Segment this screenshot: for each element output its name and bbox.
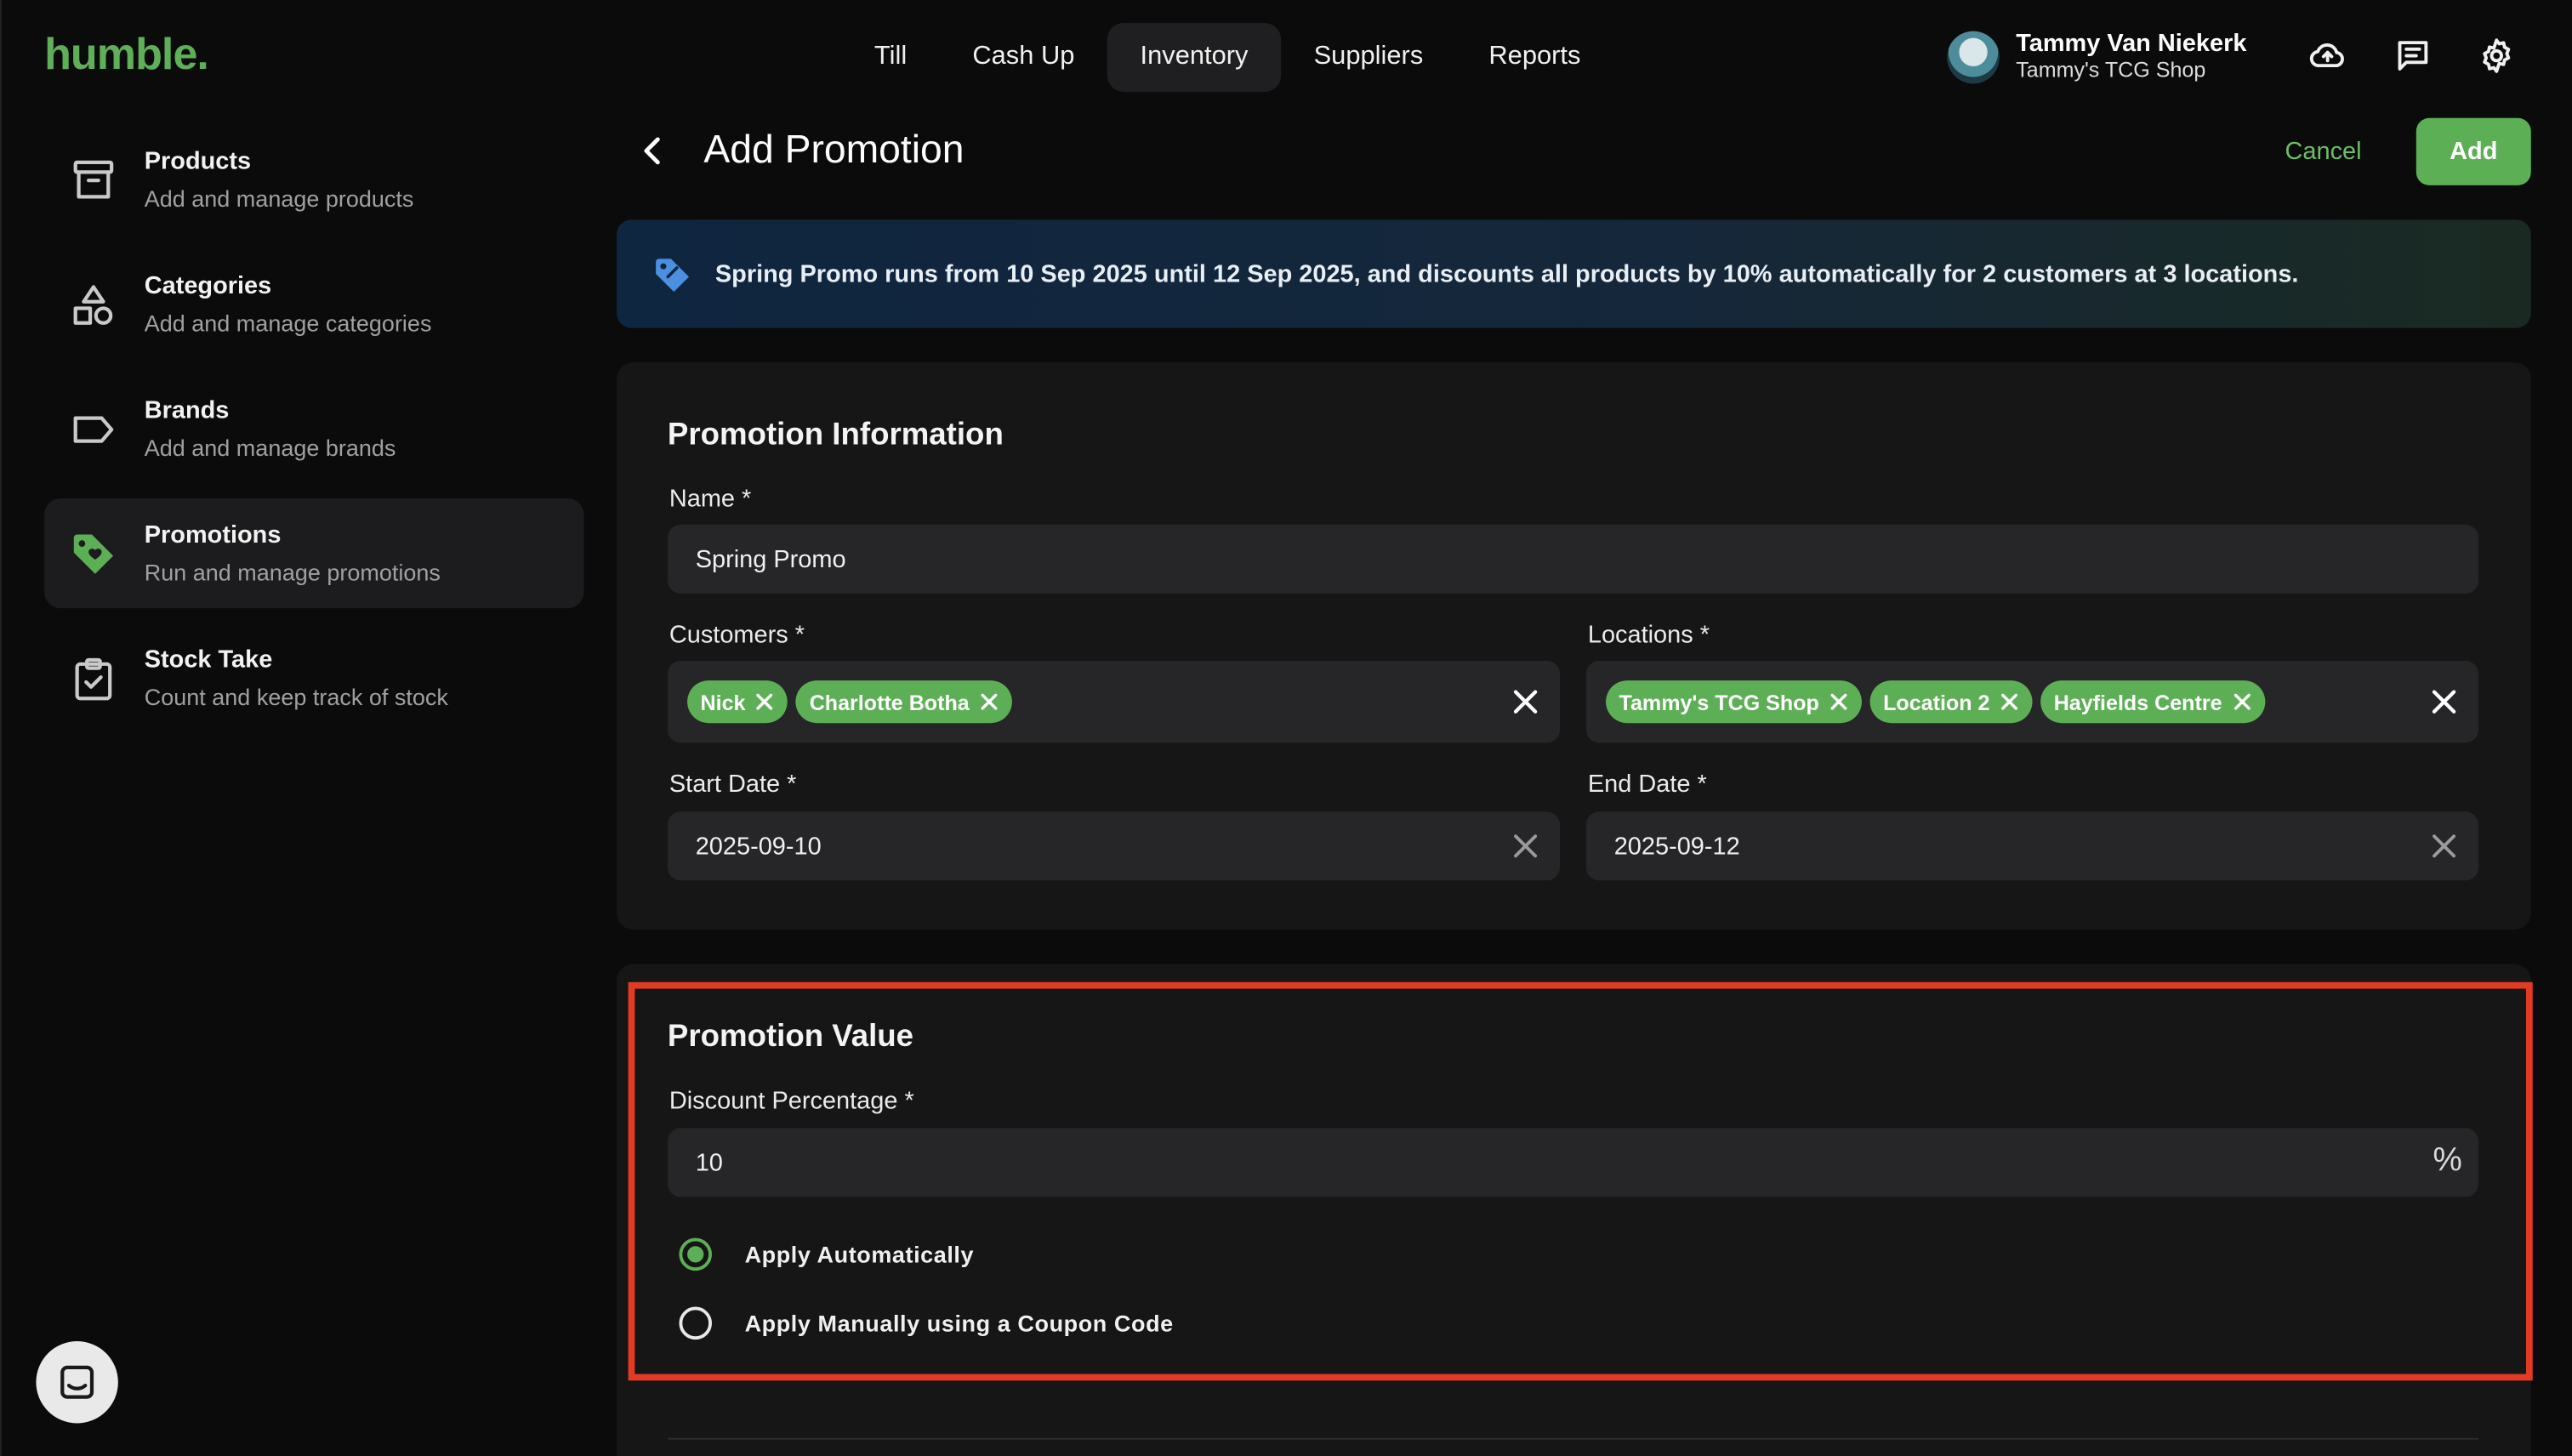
section-title: Promotion Information [667,418,1004,453]
sidebar-item-subtitle: Run and manage promotions [144,558,441,585]
label-icon [73,415,114,442]
support-chat-button[interactable] [36,1341,118,1424]
top-navigation: Till Cash Up Inventory Suppliers Reports [841,22,1613,92]
avatar [1947,30,2000,83]
sidebar-item-subtitle: Add and manage products [144,184,414,211]
sidebar-item-subtitle: Add and manage brands [144,433,396,460]
customers-select[interactable]: Nick Charlotte Botha [667,660,1561,743]
chip-label: Charlotte Botha [809,689,970,714]
divider [667,1437,2479,1440]
end-date-field[interactable]: 2025-09-12 [1585,811,2479,881]
nav-reports[interactable]: Reports [1456,23,1613,92]
clear-icon[interactable] [2429,687,2459,717]
sidebar-item-title: Brands [144,395,230,424]
remove-chip-icon[interactable] [1829,692,1848,712]
end-date-value: 2025-09-12 [1613,832,1740,861]
name-label: Name * [669,485,752,514]
clear-icon[interactable] [1511,687,1540,717]
remove-chip-icon[interactable] [979,692,999,712]
end-date-label: End Date * [1587,771,1707,799]
user-name: Tammy Van Niekerk [2016,29,2247,58]
gear-icon[interactable] [2477,36,2516,75]
tag-heart-icon [73,533,114,573]
back-arrow-icon[interactable] [634,133,670,168]
promotion-summary-banner: Spring Promo runs from 10 Sep 2025 until… [617,219,2531,328]
cancel-button[interactable]: Cancel [2262,118,2384,184]
tag-icon [656,259,689,293]
sidebar-item-subtitle: Add and manage categories [144,309,432,336]
chip-label: Nick [700,689,746,714]
message-icon[interactable] [2393,36,2433,75]
chip-label: Tammy's TCG Shop [1619,689,1819,714]
sidebar-item-stock-take[interactable]: Stock Take Count and keep track of stock [44,623,583,733]
customer-chip: Nick [687,680,788,724]
location-chip: Tammy's TCG Shop [1606,680,1863,724]
remove-chip-icon[interactable] [2232,692,2251,712]
name-field[interactable]: Spring Promo [667,524,2479,594]
user-profile[interactable]: Tammy Van Niekerk Tammy's TCG Shop [1947,30,2246,84]
sidebar-item-title: Categories [144,271,272,299]
app-logo[interactable]: humble. [44,30,209,81]
location-chip: Hayfields Centre [2040,680,2265,724]
sidebar-item-title: Promotions [144,520,282,549]
highlight-box [628,981,2533,1381]
clipboard-check-icon [75,657,112,700]
add-button[interactable]: Add [2416,117,2531,185]
user-shop: Tammy's TCG Shop [2016,57,2206,82]
location-chip: Location 2 [1869,680,2033,724]
nav-cash-up[interactable]: Cash Up [940,23,1107,92]
sidebar-item-title: Stock Take [144,645,273,674]
clear-icon[interactable] [1511,831,1540,861]
remove-chip-icon[interactable] [755,692,775,712]
start-date-value: 2025-09-10 [695,832,822,861]
start-date-field[interactable]: 2025-09-10 [667,811,1561,881]
chip-label: Location 2 [1883,689,1990,714]
sidebar-item-promotions[interactable]: Promotions Run and manage promotions [44,498,584,609]
nav-till[interactable]: Till [841,23,939,92]
sidebar-item-brands[interactable]: Brands Add and manage brands [44,374,583,484]
clear-icon[interactable] [2429,831,2459,861]
sidebar-item-products[interactable]: Products Add and manage products [44,125,583,235]
sidebar-item-title: Products [144,146,252,175]
page-title: Add Promotion [703,128,964,173]
chat-icon [60,1365,94,1399]
remove-chip-icon[interactable] [2000,692,2019,712]
app-window: humble. Till Cash Up Inventory Suppliers… [0,0,2572,1456]
sidebar-item-categories[interactable]: Categories Add and manage categories [44,249,583,359]
shapes-icon [73,284,113,324]
sidebar-item-subtitle: Count and keep track of stock [144,682,448,709]
sidebar: Products Add and manage products Categor… [44,125,584,748]
start-date-label: Start Date * [669,771,797,799]
cloud-upload-icon[interactable] [2307,36,2347,75]
chip-label: Hayfields Centre [2053,689,2222,714]
archive-icon [73,159,114,198]
banner-text: Spring Promo runs from 10 Sep 2025 until… [714,259,2299,288]
nav-inventory[interactable]: Inventory [1107,22,1282,92]
nav-suppliers[interactable]: Suppliers [1281,23,1456,92]
customers-label: Customers * [669,621,805,650]
locations-select[interactable]: Tammy's TCG Shop Location 2 Hayfields Ce… [1585,660,2479,743]
locations-label: Locations * [1587,621,1710,650]
customer-chip: Charlotte Botha [796,680,1012,724]
